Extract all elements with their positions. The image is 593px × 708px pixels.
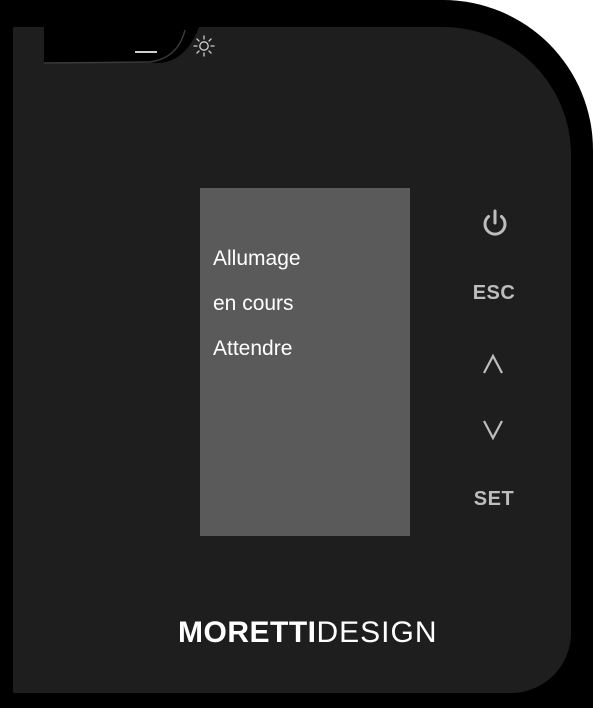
chevron-down-icon (483, 420, 503, 441)
top-tab (0, 0, 200, 64)
display-line-1: Allumage (213, 247, 301, 270)
display-line-3: Attendre (213, 337, 293, 360)
esc-button[interactable]: ESC (462, 282, 526, 308)
chevron-up-icon (483, 353, 503, 374)
power-icon (483, 209, 507, 236)
device-bezel: Allumage en cours Attendre ESC SET MORET… (0, 0, 593, 708)
power-button[interactable] (470, 206, 520, 242)
display-line-2: en cours (213, 292, 294, 315)
lcd-screen: Allumage en cours Attendre (200, 188, 410, 536)
brand-name-light: DESIGN (316, 616, 438, 649)
up-button[interactable] (475, 352, 511, 382)
sun-icon (193, 35, 215, 57)
down-button[interactable] (475, 418, 511, 448)
brand-logo: MORETTIDESIGN (178, 613, 458, 653)
set-button[interactable]: SET (462, 488, 526, 514)
brand-name-bold: MORETTI (178, 616, 317, 649)
